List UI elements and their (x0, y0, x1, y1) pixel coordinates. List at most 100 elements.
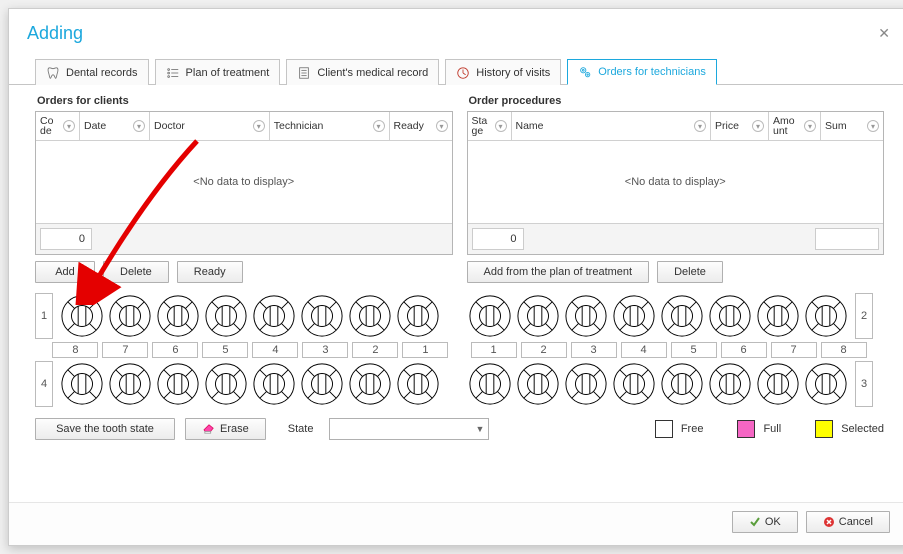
tooth[interactable] (203, 293, 249, 339)
save-tooth-state-button[interactable]: Save the tooth state (35, 418, 175, 440)
ok-button[interactable]: OK (732, 511, 798, 533)
tooth[interactable] (755, 293, 801, 339)
tooth[interactable] (299, 361, 345, 407)
tooth[interactable] (203, 361, 249, 407)
col-stage[interactable]: Stage▾ (468, 112, 512, 140)
orders-clients-buttons: Add Delete Ready (35, 261, 453, 283)
tooth[interactable] (707, 361, 753, 407)
filter-icon[interactable]: ▾ (63, 120, 75, 132)
tooth[interactable] (659, 293, 705, 339)
col-name[interactable]: Name▾ (512, 112, 712, 140)
filter-icon[interactable]: ▾ (752, 120, 764, 132)
tooth[interactable] (515, 293, 561, 339)
col-sum[interactable]: Sum▾ (821, 112, 883, 140)
tooth[interactable] (347, 293, 393, 339)
tab-clients-medical-record[interactable]: Client's medical record (286, 59, 439, 85)
tooth-number[interactable]: 5 (202, 342, 248, 358)
quadrant-3[interactable]: 3 (855, 361, 873, 407)
tooth-number[interactable]: 2 (352, 342, 398, 358)
grid-empty: <No data to display> (36, 141, 452, 223)
col-label: Amount (773, 116, 800, 137)
tooth-number[interactable]: 2 (521, 342, 567, 358)
tooth-number[interactable]: 7 (102, 342, 148, 358)
filter-icon[interactable]: ▾ (495, 120, 507, 132)
ready-button[interactable]: Ready (177, 261, 243, 283)
legend-label: Full (763, 423, 781, 435)
tab-history-of-visits[interactable]: History of visits (445, 59, 561, 85)
erase-button[interactable]: Erase (185, 418, 266, 440)
tab-plan-of-treatment[interactable]: Plan of treatment (155, 59, 281, 85)
tooth[interactable] (755, 361, 801, 407)
col-date[interactable]: Date▾ (80, 112, 150, 140)
footer-spacer (100, 228, 448, 250)
tooth[interactable] (155, 293, 201, 339)
col-price[interactable]: Price ▾ (711, 112, 769, 140)
close-icon[interactable]: ✕ (872, 23, 896, 44)
tooth[interactable] (467, 361, 513, 407)
tooth-number[interactable]: 4 (621, 342, 667, 358)
tooth[interactable] (395, 293, 441, 339)
col-doctor[interactable]: Doctor▾ (150, 112, 270, 140)
tooth-number[interactable]: 8 (821, 342, 867, 358)
tooth-number[interactable]: 6 (721, 342, 767, 358)
quadrant-2[interactable]: 2 (855, 293, 873, 339)
filter-icon[interactable]: ▾ (867, 120, 879, 132)
chevron-down-icon: ▼ (476, 424, 485, 434)
add-button[interactable]: Add (35, 261, 95, 283)
tooth-number[interactable]: 1 (471, 342, 517, 358)
tooth[interactable] (515, 361, 561, 407)
ok-label: OK (765, 516, 781, 528)
tab-orders-for-technicians[interactable]: Orders for technicians (567, 59, 717, 85)
filter-icon[interactable]: ▾ (804, 120, 816, 132)
tooth[interactable] (659, 361, 705, 407)
tooth[interactable] (59, 293, 105, 339)
tooth[interactable] (251, 293, 297, 339)
tooth[interactable] (395, 361, 441, 407)
tooth-number[interactable]: 8 (52, 342, 98, 358)
tooth-number[interactable]: 7 (771, 342, 817, 358)
tooth[interactable] (107, 293, 153, 339)
state-combo[interactable]: ▼ (329, 418, 489, 440)
tooth-number[interactable]: 3 (571, 342, 617, 358)
tooth[interactable] (59, 361, 105, 407)
cancel-button[interactable]: Cancel (806, 511, 890, 533)
eraser-icon (202, 424, 216, 434)
col-amount[interactable]: Amount ▾ (769, 112, 821, 140)
quadrant-4[interactable]: 4 (35, 361, 53, 407)
tooth[interactable] (803, 361, 849, 407)
filter-icon[interactable]: ▾ (133, 120, 145, 132)
add-from-plan-button[interactable]: Add from the plan of treatment (467, 261, 650, 283)
col-code[interactable]: Code▾ (36, 112, 80, 140)
tooth[interactable] (563, 293, 609, 339)
delete-button[interactable]: Delete (103, 261, 169, 283)
two-column-layout: Orders for clients Code▾ Date▾ Doctor▾ T… (35, 93, 884, 283)
tooth-number[interactable]: 1 (402, 342, 448, 358)
col-ready[interactable]: Ready▾ (390, 112, 452, 140)
tooth[interactable] (155, 361, 201, 407)
filter-icon[interactable]: ▾ (694, 120, 706, 132)
teeth-bottom-left (59, 361, 441, 407)
tooth[interactable] (107, 361, 153, 407)
quadrant-1[interactable]: 1 (35, 293, 53, 339)
tooth[interactable] (563, 361, 609, 407)
tooth[interactable] (467, 293, 513, 339)
tooth-number[interactable]: 5 (671, 342, 717, 358)
filter-icon[interactable]: ▾ (436, 120, 448, 132)
filter-icon[interactable]: ▾ (253, 120, 265, 132)
delete-button[interactable]: Delete (657, 261, 723, 283)
tooth-number[interactable]: 6 (152, 342, 198, 358)
tooth[interactable] (347, 361, 393, 407)
tooth[interactable] (611, 361, 657, 407)
tooth[interactable] (707, 293, 753, 339)
tab-dental-records[interactable]: Dental records (35, 59, 149, 85)
tooth[interactable] (611, 293, 657, 339)
tooth[interactable] (251, 361, 297, 407)
state-label: State (276, 423, 320, 435)
tooth-number[interactable]: 4 (252, 342, 298, 358)
filter-icon[interactable]: ▾ (373, 120, 385, 132)
tooth[interactable] (299, 293, 345, 339)
tooth[interactable] (803, 293, 849, 339)
tooth-number[interactable]: 3 (302, 342, 348, 358)
col-label: Price (715, 120, 739, 132)
col-technician[interactable]: Technician▾ (270, 112, 390, 140)
